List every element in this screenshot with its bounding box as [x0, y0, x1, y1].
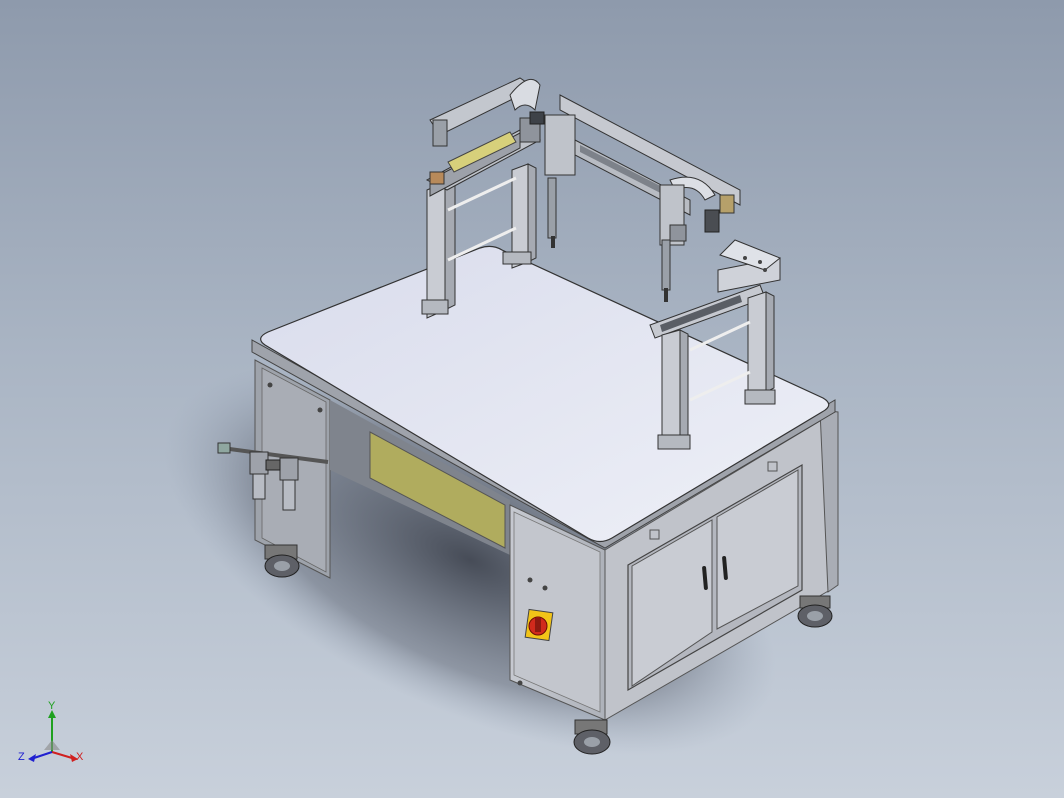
bolt-icon	[317, 407, 323, 413]
gantry-cross-beam	[559, 94, 741, 233]
caster-wheel	[264, 544, 300, 578]
bolt-icon	[542, 585, 548, 591]
z-axis-label: Z	[18, 751, 25, 763]
y-axis-label: Y	[48, 700, 56, 712]
bolt-icon	[758, 260, 762, 264]
axis-triad: Y X Z	[18, 700, 84, 763]
right-z-axis	[659, 184, 687, 302]
estop-grip-icon	[535, 618, 541, 632]
bolt-icon	[267, 382, 273, 388]
cad-viewport[interactable]: Y X Z	[0, 0, 1064, 798]
x-axis-label: X	[76, 751, 84, 763]
z-arrow-icon	[28, 754, 36, 762]
bolt-icon	[763, 268, 767, 272]
x-axis-line	[51, 751, 73, 759]
caster-wheel	[573, 719, 611, 755]
bolt-icon	[743, 256, 747, 260]
caster-wheel	[797, 595, 833, 628]
machine-model[interactable]	[0, 0, 1064, 798]
bolt-icon	[517, 680, 523, 686]
bolt-icon	[527, 577, 533, 583]
triad-base-icon	[44, 740, 60, 750]
z-axis-line	[33, 751, 53, 759]
